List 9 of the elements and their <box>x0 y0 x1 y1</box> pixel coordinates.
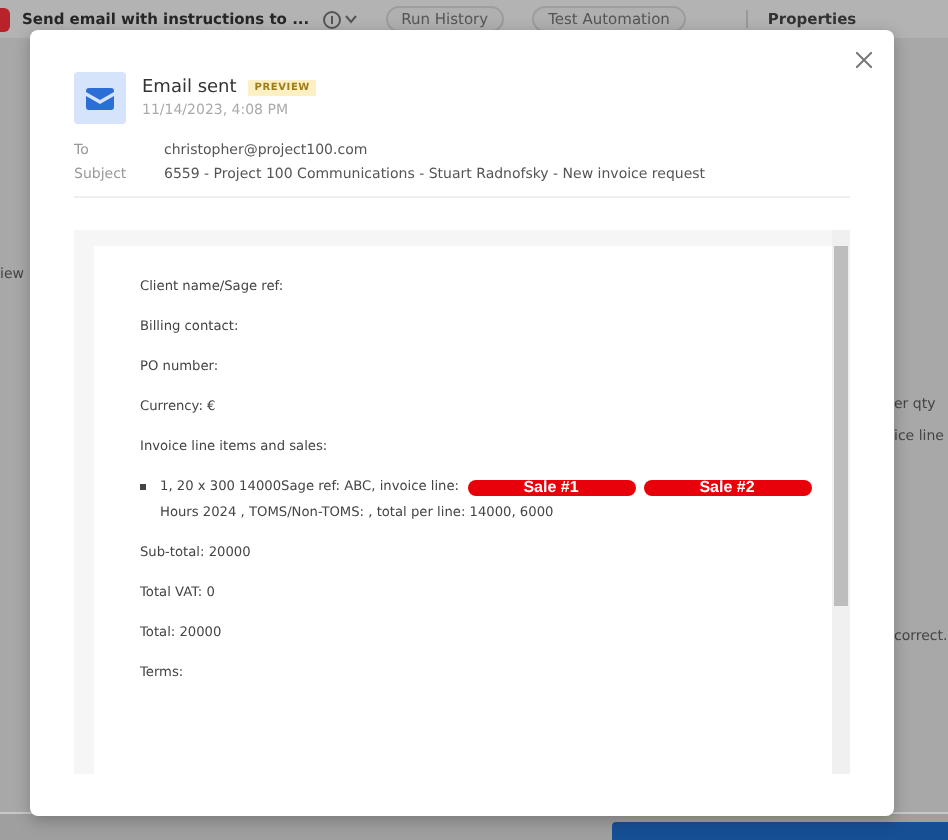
bullet-icon <box>140 484 146 490</box>
info-icon[interactable] <box>321 9 358 29</box>
envelope-icon <box>74 72 126 124</box>
redaction-label: Sale #1 <box>467 479 636 495</box>
dialog-title: Email sent <box>142 78 237 98</box>
scrollbar[interactable] <box>832 230 850 774</box>
app-logo-icon <box>0 7 10 31</box>
redaction-label: Sale #2 <box>643 479 812 495</box>
close-icon[interactable] <box>856 52 872 68</box>
